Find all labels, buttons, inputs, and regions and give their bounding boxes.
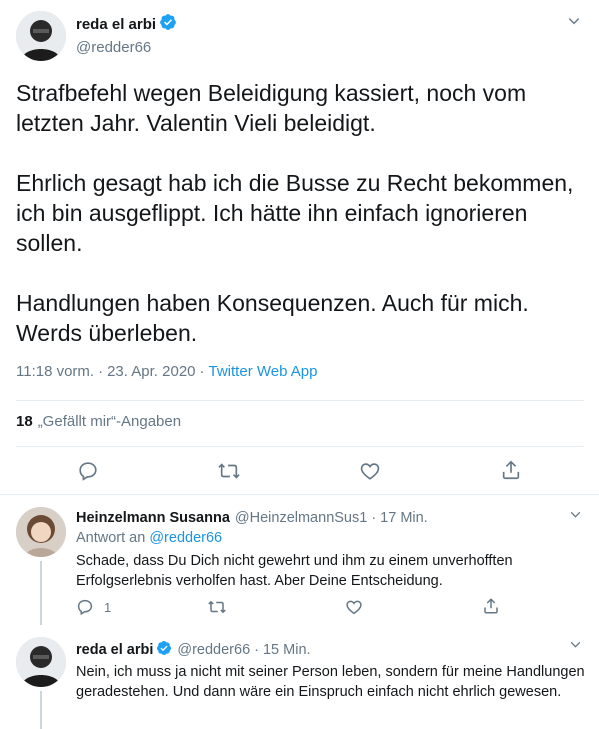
thread-line <box>40 561 42 625</box>
reply-author-avatar[interactable] <box>16 637 66 687</box>
reply-text: Nein, ich muss ja nicht mit seiner Perso… <box>76 664 585 700</box>
tweet-paragraph: Strafbefehl wegen Beleidigung kassiert, … <box>16 80 527 136</box>
author-name[interactable]: reda el arbi <box>76 16 156 33</box>
reply-author-name[interactable]: reda el arbi <box>76 642 153 658</box>
reply-more-chevron-icon[interactable] <box>569 638 582 656</box>
retweet-icon[interactable] <box>217 460 241 487</box>
reply-author-name[interactable]: Heinzelmann Susanna <box>76 510 230 526</box>
tweet-time[interactable]: 11:18 vorm. <box>16 363 94 380</box>
reply-author-handle[interactable]: @redder66 <box>177 642 250 658</box>
author-avatar[interactable] <box>16 11 66 61</box>
verified-badge-icon <box>156 640 172 660</box>
author-handle[interactable]: @redder66 <box>76 39 177 56</box>
share-icon[interactable] <box>500 459 522 486</box>
tweet-text: Strafbefehl wegen Beleidigung kassiert, … <box>16 78 582 348</box>
more-options-chevron-icon[interactable] <box>567 14 581 33</box>
like-heart-icon[interactable] <box>359 460 381 487</box>
reply-to-handle-link[interactable]: @redder66 <box>149 530 222 546</box>
section-divider <box>0 494 599 495</box>
reply-reply-icon[interactable] <box>76 598 94 621</box>
meta-separator: · <box>371 510 377 526</box>
tweet-paragraph: Ehrlich gesagt hab ich die Busse zu Rech… <box>16 170 574 256</box>
verified-badge-icon <box>159 13 177 36</box>
reply-more-chevron-icon[interactable] <box>569 508 582 526</box>
tweet-meta: 11:18 vorm. · 23. Apr. 2020 · Twitter We… <box>16 363 317 380</box>
reply-text: Schade, dass Du Dich nicht gewehrt und i… <box>76 553 513 589</box>
likes-stat[interactable]: 18 „Gefällt mir“-Angaben <box>16 413 181 430</box>
reply-like-heart-icon[interactable] <box>345 598 363 621</box>
tweet-date[interactable]: 23. Apr. 2020 <box>107 363 195 380</box>
likes-count: 18 <box>16 413 33 430</box>
tweet-paragraph: Handlungen haben Konsequenzen. Auch für … <box>16 290 529 346</box>
meta-separator: · <box>199 363 205 380</box>
reply-to-prefix: Antwort an <box>76 530 146 546</box>
likes-label: „Gefällt mir“-Angaben <box>37 413 182 430</box>
meta-separator: · <box>254 642 259 658</box>
reply-time[interactable]: 15 Min. <box>263 642 311 658</box>
reply-time[interactable]: 17 Min. <box>380 510 428 526</box>
reply-author-avatar[interactable] <box>16 507 66 557</box>
divider <box>16 400 584 401</box>
reply-author-handle[interactable]: @HeinzelmannSus1 <box>235 510 367 526</box>
reply-share-icon[interactable] <box>482 597 500 620</box>
reply-retweet-icon[interactable] <box>207 598 227 621</box>
reply-icon[interactable] <box>77 460 99 487</box>
meta-separator: · <box>98 363 104 380</box>
thread-line <box>40 691 42 729</box>
tweet-source-link[interactable]: Twitter Web App <box>209 363 318 380</box>
reply-count: 1 <box>104 600 112 615</box>
divider <box>16 446 584 447</box>
